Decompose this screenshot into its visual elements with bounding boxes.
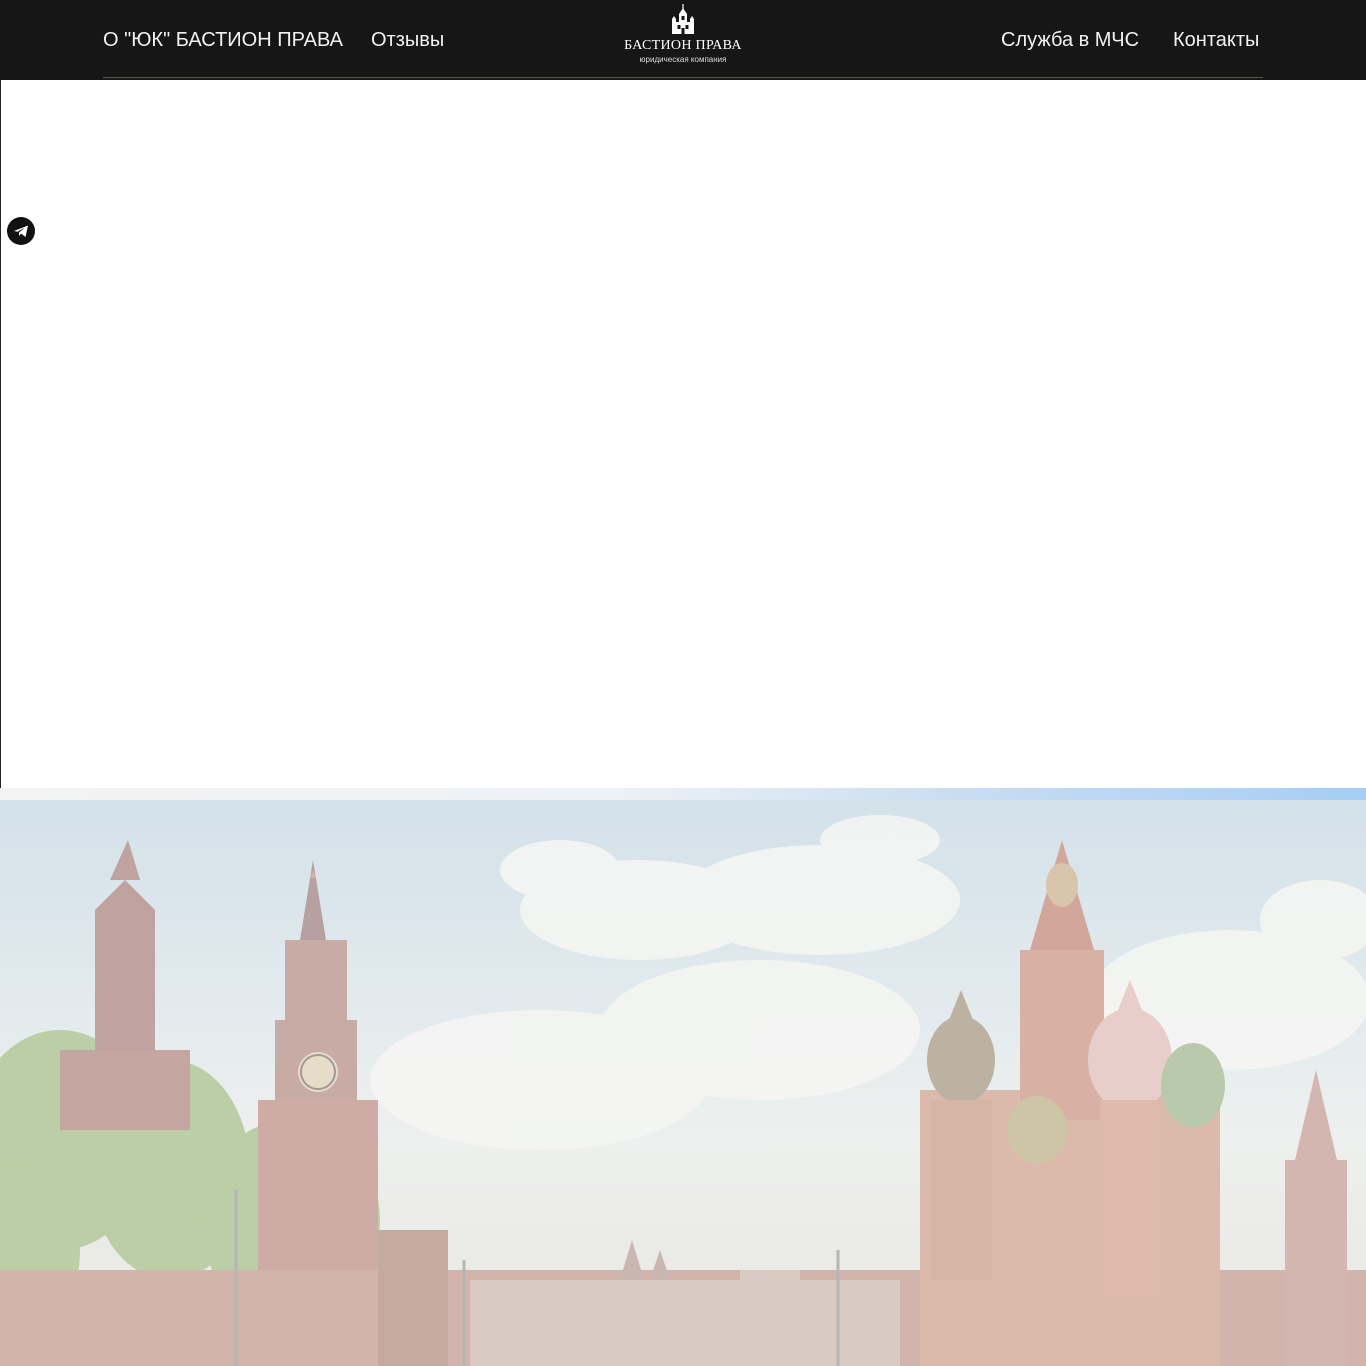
castle-icon xyxy=(672,4,694,34)
telegram-icon xyxy=(14,225,28,237)
content-section xyxy=(0,80,1366,788)
hero-image xyxy=(0,800,1366,1366)
logo[interactable]: БАСТИОН ПРАВА юридическая компания xyxy=(613,4,753,74)
nav-link-reviews[interactable]: Отзывы xyxy=(371,28,444,52)
nav-link-contacts[interactable]: Контакты xyxy=(1173,28,1259,52)
logo-subtitle: юридическая компания xyxy=(639,55,727,64)
hero-overlay xyxy=(0,800,1366,1366)
nav-link-emergency-service[interactable]: Служба в МЧС xyxy=(1001,28,1139,52)
site-header: О "ЮК" БАСТИОН ПРАВА Отзывы БАСТИОН ПРАВ… xyxy=(0,0,1366,80)
logo-title: БАСТИОН ПРАВА xyxy=(624,38,742,53)
telegram-button[interactable] xyxy=(7,217,35,245)
nav-link-about[interactable]: О "ЮК" БАСТИОН ПРАВА xyxy=(103,28,343,52)
header-divider xyxy=(103,77,1263,78)
sky-strip xyxy=(0,788,1366,800)
